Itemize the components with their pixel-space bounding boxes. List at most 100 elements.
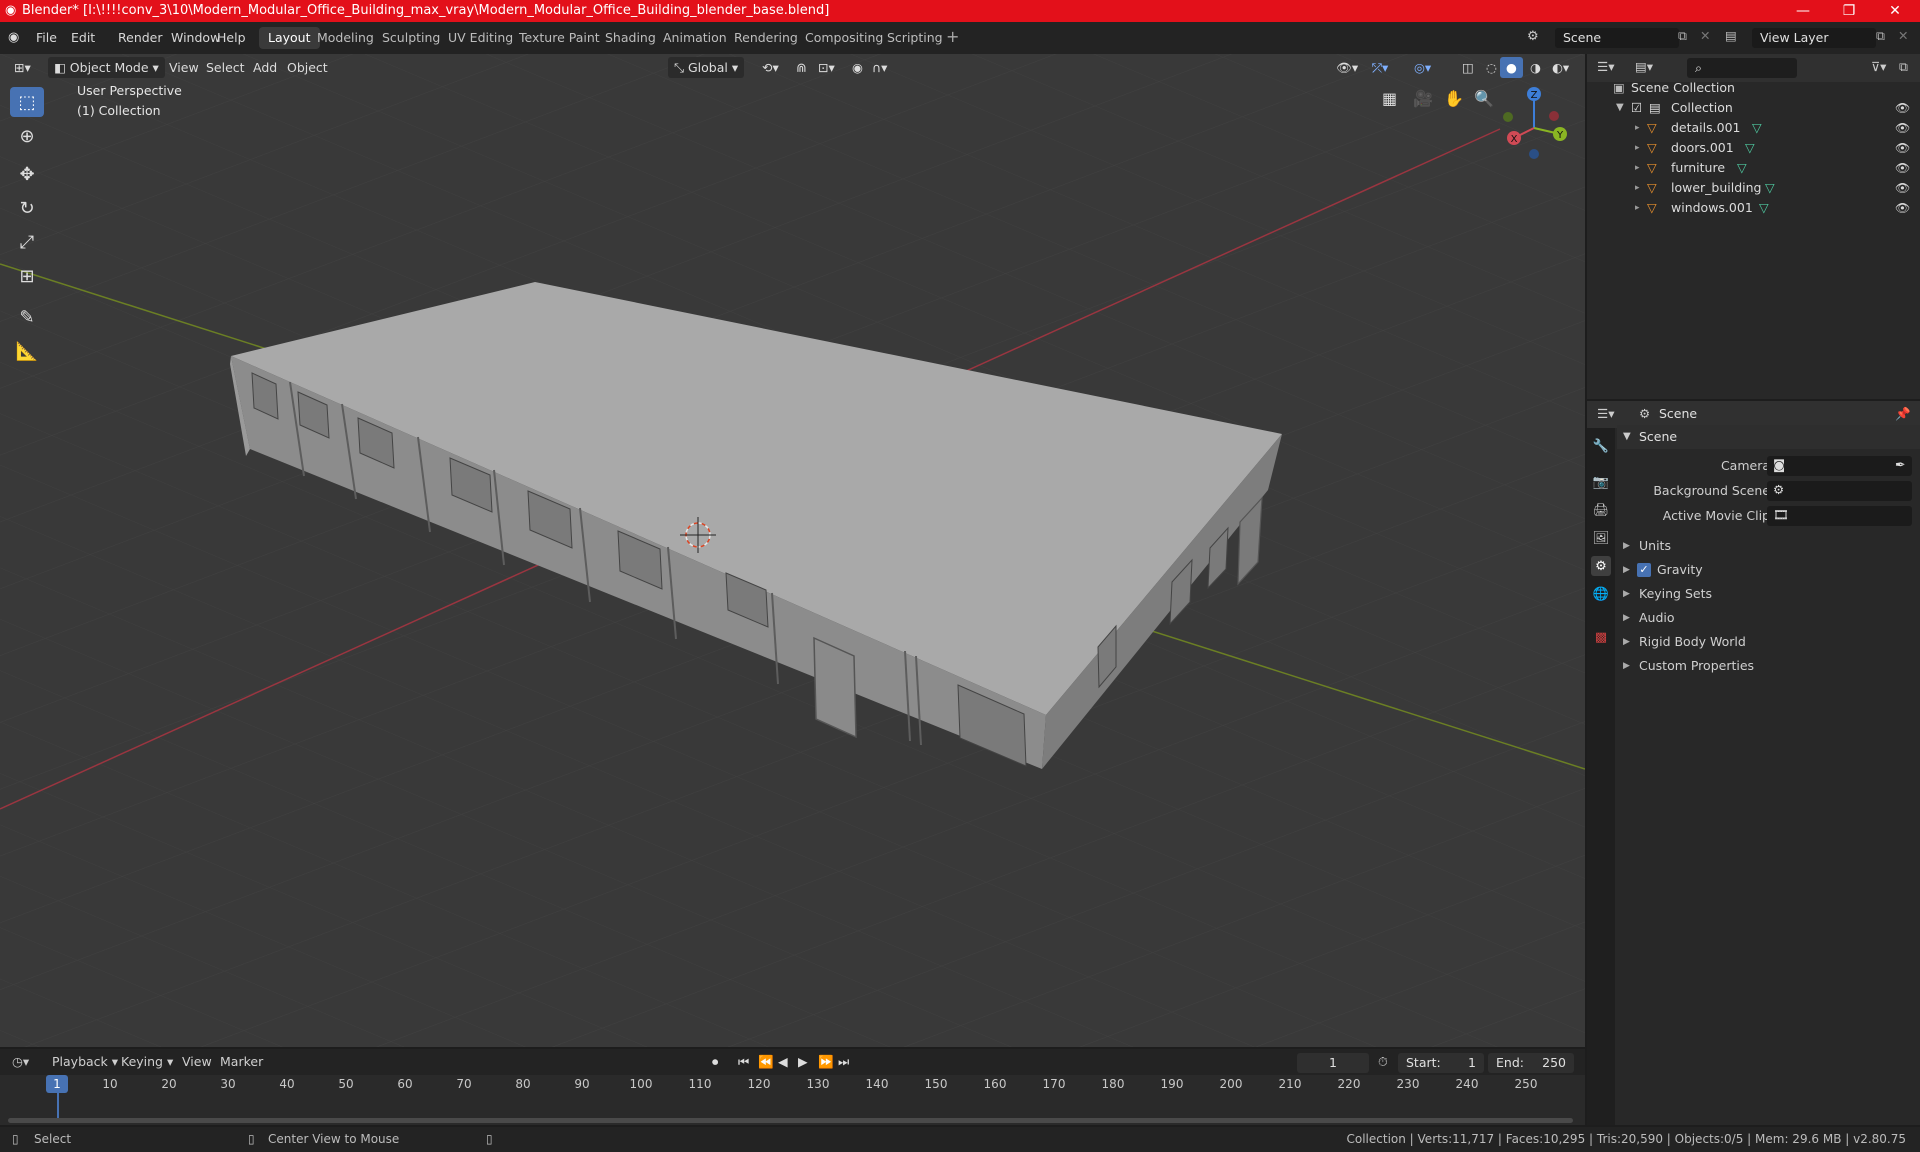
- menu-marker[interactable]: Marker: [220, 1054, 263, 1069]
- filter-icon[interactable]: ⊽▾: [1871, 59, 1886, 74]
- menu-help[interactable]: Help: [211, 28, 252, 48]
- jump-start-icon[interactable]: ⏮: [738, 1054, 749, 1070]
- view-layer-tab-icon[interactable]: 🖼: [1591, 528, 1611, 548]
- rendered-shading-icon[interactable]: ◐▾: [1546, 57, 1575, 78]
- outliner-row-collection[interactable]: ▼ ☑ ▤ Collection 👁: [1587, 98, 1920, 118]
- tab-scripting[interactable]: Scripting: [878, 27, 952, 49]
- eye-icon[interactable]: 👁: [1895, 138, 1910, 158]
- outliner-row-details[interactable]: ▸ ▽ details.001 ▽ 👁: [1587, 118, 1920, 138]
- expand-arrow-icon[interactable]: ▸: [1635, 198, 1640, 218]
- rotate-tool-icon[interactable]: ↻: [10, 193, 44, 223]
- restore-icon[interactable]: ❐: [1826, 0, 1872, 22]
- prev-keyframe-icon[interactable]: ⏪: [758, 1054, 774, 1070]
- start-frame-field[interactable]: Start: 1: [1398, 1053, 1484, 1073]
- gizmo-icon[interactable]: ⤱▾: [1366, 57, 1394, 78]
- menu-edit[interactable]: Edit: [65, 28, 101, 48]
- visibility-icon[interactable]: 👁▾: [1330, 57, 1364, 78]
- new-viewlayer-icon[interactable]: ⧉: [1876, 28, 1885, 44]
- menu-keying[interactable]: Keying ▾: [121, 1054, 173, 1069]
- eye-icon[interactable]: 👁: [1895, 98, 1910, 118]
- tab-texture-paint[interactable]: Texture Paint: [510, 27, 609, 49]
- camera-view-icon[interactable]: 🎥: [1413, 89, 1433, 108]
- outliner-editor-icon[interactable]: ☰▾: [1597, 59, 1614, 74]
- menu-render[interactable]: Render: [112, 28, 169, 48]
- expand-arrow-icon[interactable]: ▸: [1635, 138, 1640, 158]
- section-units[interactable]: ▶ Units: [1617, 534, 1920, 558]
- play-icon[interactable]: ▶: [798, 1054, 808, 1069]
- close-icon[interactable]: ✕: [1872, 0, 1918, 22]
- solid-shading-icon[interactable]: ●: [1500, 57, 1523, 78]
- end-frame-field[interactable]: End: 250: [1488, 1053, 1574, 1073]
- viewlayer-icon[interactable]: ▤: [1725, 28, 1737, 43]
- scene-tab-icon[interactable]: ⚙: [1591, 556, 1611, 576]
- eye-icon[interactable]: 👁: [1895, 118, 1910, 138]
- properties-editor-icon[interactable]: ☰▾: [1597, 406, 1614, 421]
- pin-icon[interactable]: 📌: [1895, 406, 1911, 422]
- render-tab-icon[interactable]: 📷: [1591, 472, 1611, 492]
- expand-arrow-icon[interactable]: ▸: [1635, 158, 1640, 178]
- outliner-search-input[interactable]: ⌕: [1687, 58, 1797, 78]
- stopwatch-icon[interactable]: ⏱: [1378, 1054, 1388, 1070]
- gravity-checkbox[interactable]: ✓: [1637, 563, 1651, 577]
- scale-tool-icon[interactable]: ⤢: [10, 227, 44, 257]
- pan-hand-icon[interactable]: ✋: [1444, 89, 1464, 108]
- menu-file[interactable]: File: [30, 28, 63, 48]
- menu-view[interactable]: View: [163, 57, 205, 78]
- grid-toggle-icon[interactable]: ▦: [1382, 89, 1397, 108]
- axis-gizmo[interactable]: Z Y X: [1494, 84, 1574, 164]
- play-reverse-icon[interactable]: ◀: [778, 1054, 788, 1069]
- section-keying-sets[interactable]: ▶ Keying Sets: [1617, 582, 1920, 606]
- eye-icon[interactable]: 👁: [1895, 178, 1910, 198]
- tool-tab-icon[interactable]: 🔧: [1591, 436, 1611, 456]
- zoom-icon[interactable]: 🔍: [1474, 89, 1494, 108]
- display-mode-icon[interactable]: ▤▾: [1635, 59, 1653, 74]
- overlays-icon[interactable]: ◎▾: [1408, 57, 1437, 78]
- scene-field[interactable]: Scene: [1555, 28, 1679, 48]
- current-frame-field[interactable]: 1: [1297, 1053, 1369, 1073]
- blender-menu-icon[interactable]: ◉: [8, 30, 19, 45]
- 3d-viewport[interactable]: ⬚ ⊕ ✥ ↻ ⤢ ⊞ ✎ 📐 User Perspective (1) Col…: [0, 54, 1585, 1047]
- scene-icon[interactable]: ⚙: [1527, 29, 1539, 44]
- outliner-row-lower-building[interactable]: ▸ ▽ lower_building ▽ 👁: [1587, 178, 1920, 198]
- new-collection-icon[interactable]: ⧉: [1899, 59, 1908, 75]
- outliner-row-windows[interactable]: ▸ ▽ windows.001 ▽ 👁: [1587, 198, 1920, 218]
- tab-modeling[interactable]: Modeling: [308, 27, 383, 49]
- menu-object[interactable]: Object: [281, 57, 334, 78]
- select-box-tool-icon[interactable]: ⬚: [10, 87, 44, 117]
- background-scene-field[interactable]: ⚙: [1767, 481, 1912, 501]
- eye-icon[interactable]: 👁: [1895, 158, 1910, 178]
- annotate-tool-icon[interactable]: ✎: [10, 302, 44, 332]
- tab-rendering[interactable]: Rendering: [725, 27, 807, 49]
- expand-arrow-icon[interactable]: ▸: [1635, 118, 1640, 138]
- snap-target-icon[interactable]: ⊡▾: [812, 57, 841, 78]
- outliner-row-scene-collection[interactable]: ▣ Scene Collection: [1587, 78, 1920, 98]
- menu-select[interactable]: Select: [200, 57, 251, 78]
- snap-icon[interactable]: ⋒: [790, 57, 812, 78]
- outliner-row-furniture[interactable]: ▸ ▽ furniture ▽ 👁: [1587, 158, 1920, 178]
- timeline-editor-icon[interactable]: ◷▾: [12, 1054, 29, 1069]
- camera-field[interactable]: ◙ ✒: [1767, 456, 1912, 476]
- section-rigid-body-world[interactable]: ▶ Rigid Body World: [1617, 630, 1920, 654]
- menu-playback[interactable]: Playback ▾: [52, 1054, 118, 1069]
- timeline-scrollbar[interactable]: [8, 1118, 1573, 1123]
- add-workspace-icon[interactable]: +: [946, 27, 959, 46]
- new-scene-icon[interactable]: ⧉: [1678, 28, 1687, 44]
- transform-tool-icon[interactable]: ⊞: [10, 261, 44, 291]
- record-icon[interactable]: ⏺: [712, 1054, 718, 1070]
- cursor-tool-icon[interactable]: ⊕: [10, 121, 44, 151]
- checkbox-icon[interactable]: ☑: [1631, 98, 1642, 118]
- pivot-icon[interactable]: ⟲▾: [756, 57, 785, 78]
- menu-add[interactable]: Add: [247, 57, 283, 78]
- tab-animation[interactable]: Animation: [654, 27, 736, 49]
- expand-arrow-icon[interactable]: ▸: [1635, 178, 1640, 198]
- material-shading-icon[interactable]: ◑: [1524, 57, 1547, 78]
- menu-timeline-view[interactable]: View: [182, 1054, 212, 1069]
- texture-tab-icon[interactable]: ▩: [1591, 627, 1611, 647]
- jump-end-icon[interactable]: ⏭: [838, 1054, 849, 1070]
- world-tab-icon[interactable]: 🌐: [1591, 584, 1611, 604]
- eyedropper-icon[interactable]: ✒: [1895, 457, 1905, 472]
- section-audio[interactable]: ▶ Audio: [1617, 606, 1920, 630]
- movie-clip-field[interactable]: 🎞: [1767, 506, 1912, 526]
- view-layer-field[interactable]: View Layer: [1752, 28, 1876, 48]
- scene-panel-header[interactable]: ▼ Scene: [1617, 425, 1920, 449]
